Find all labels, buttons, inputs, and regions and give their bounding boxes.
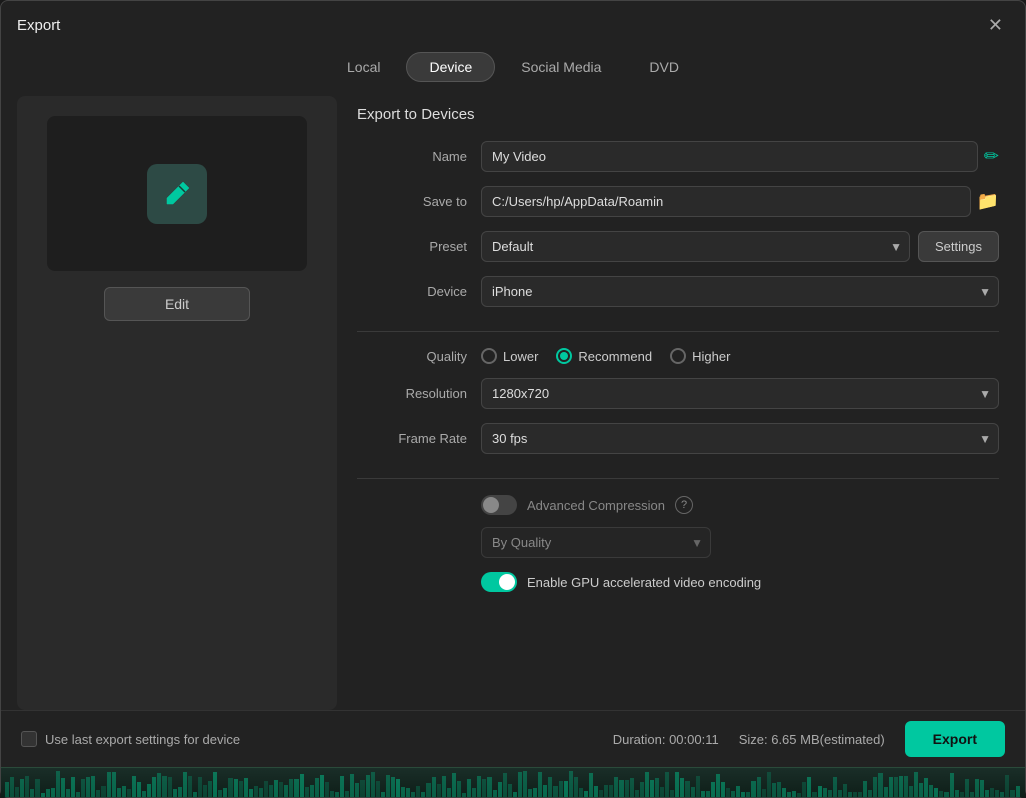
settings-button[interactable]: Settings — [918, 231, 999, 262]
quality-recommend-inner — [560, 352, 568, 360]
save-to-label: Save to — [357, 194, 467, 209]
left-panel: Edit — [17, 96, 337, 710]
resolution-select[interactable]: 1280x720 1920x1080 720x480 — [481, 378, 999, 409]
gpu-toggle-knob — [499, 574, 515, 590]
quality-recommend-label: Recommend — [578, 349, 652, 364]
tab-social-media[interactable]: Social Media — [499, 52, 623, 82]
name-label: Name — [357, 149, 467, 164]
preset-select[interactable]: Default — [481, 231, 910, 262]
edit-button[interactable]: Edit — [104, 287, 250, 321]
info-group: Duration: 00:00:11 Size: 6.65 MB(estimat… — [613, 721, 1005, 757]
name-input[interactable] — [481, 141, 978, 172]
preset-label: Preset — [357, 239, 467, 254]
resolution-select-wrapper: 1280x720 1920x1080 720x480 ▼ — [481, 378, 999, 409]
advanced-compression-toggle[interactable] — [481, 495, 517, 515]
pencil-icon — [161, 178, 193, 210]
quality-lower[interactable]: Lower — [481, 348, 538, 364]
quality-row: Quality Lower Recommend Higher — [357, 348, 999, 364]
gpu-toggle[interactable] — [481, 572, 517, 592]
frame-rate-row: Frame Rate 24 fps 30 fps 60 fps ▼ — [357, 423, 999, 454]
quality-lower-label: Lower — [503, 349, 538, 364]
name-input-group: ✏ — [481, 141, 999, 172]
device-select-wrapper: iPhone ▼ — [481, 276, 999, 307]
frame-rate-select-wrapper: 24 fps 30 fps 60 fps ▼ — [481, 423, 999, 454]
last-export-check: Use last export settings for device — [21, 731, 240, 747]
gpu-row: Enable GPU accelerated video encoding — [357, 572, 999, 592]
device-select[interactable]: iPhone — [481, 276, 999, 307]
quality-higher-label: Higher — [692, 349, 730, 364]
preset-select-wrapper: Default ▼ — [481, 231, 910, 262]
help-icon[interactable]: ? — [675, 496, 693, 514]
edit-icon-box — [147, 164, 207, 224]
main-content: Edit Export to Devices Name ✏ Save to 📁 — [1, 96, 1025, 710]
tab-local[interactable]: Local — [325, 52, 402, 82]
preset-input-group: Default ▼ Settings — [481, 231, 999, 262]
preset-row: Preset Default ▼ Settings — [357, 231, 999, 262]
frame-rate-label: Frame Rate — [357, 431, 467, 446]
quality-lower-circle — [481, 348, 497, 364]
quality-radio-group: Lower Recommend Higher — [481, 348, 730, 364]
section-title: Export to Devices — [357, 106, 999, 123]
by-quality-select[interactable]: By Quality — [481, 527, 711, 558]
toggle-knob — [483, 497, 499, 513]
by-quality-row: By Quality ▼ — [357, 527, 999, 558]
quality-label: Quality — [357, 349, 467, 364]
resolution-row: Resolution 1280x720 1920x1080 720x480 ▼ — [357, 378, 999, 409]
bottom-bar: Use last export settings for device Dura… — [1, 710, 1025, 767]
device-label: Device — [357, 284, 467, 299]
quality-recommend[interactable]: Recommend — [556, 348, 652, 364]
preview-area — [47, 116, 307, 271]
tab-device[interactable]: Device — [406, 52, 495, 82]
save-to-row: Save to 📁 — [357, 186, 999, 217]
tab-dvd[interactable]: DVD — [627, 52, 701, 82]
duration-text: Duration: 00:00:11 — [613, 732, 719, 747]
quality-recommend-circle — [556, 348, 572, 364]
close-button[interactable]: ✕ — [982, 13, 1009, 38]
last-export-checkbox[interactable] — [21, 731, 37, 747]
divider-1 — [357, 331, 999, 332]
gpu-label: Enable GPU accelerated video encoding — [527, 575, 761, 590]
export-window: Export ✕ Local Device Social Media DVD E… — [0, 0, 1026, 798]
advanced-compression-row: Advanced Compression ? — [357, 495, 999, 515]
name-row: Name ✏ — [357, 141, 999, 172]
quality-higher[interactable]: Higher — [670, 348, 730, 364]
waveform-inner — [1, 768, 1025, 797]
waveform-bar — [1, 767, 1025, 797]
resolution-label: Resolution — [357, 386, 467, 401]
device-row: Device iPhone ▼ — [357, 276, 999, 307]
folder-icon[interactable]: 📁 — [977, 191, 999, 212]
ai-icon[interactable]: ✏ — [984, 146, 999, 167]
quality-higher-circle — [670, 348, 686, 364]
divider-2 — [357, 478, 999, 479]
save-to-input[interactable] — [481, 186, 971, 217]
tabs-bar: Local Device Social Media DVD — [1, 46, 1025, 96]
by-quality-select-wrapper: By Quality ▼ — [481, 527, 711, 558]
frame-rate-select[interactable]: 24 fps 30 fps 60 fps — [481, 423, 999, 454]
right-panel: Export to Devices Name ✏ Save to 📁 Pre — [347, 96, 1009, 710]
export-button[interactable]: Export — [905, 721, 1005, 757]
title-bar: Export ✕ — [1, 1, 1025, 46]
save-to-input-group: 📁 — [481, 186, 999, 217]
advanced-compression-label: Advanced Compression — [527, 498, 665, 513]
window-title: Export — [17, 17, 60, 34]
last-export-label: Use last export settings for device — [45, 732, 240, 747]
size-text: Size: 6.65 MB(estimated) — [739, 732, 885, 747]
